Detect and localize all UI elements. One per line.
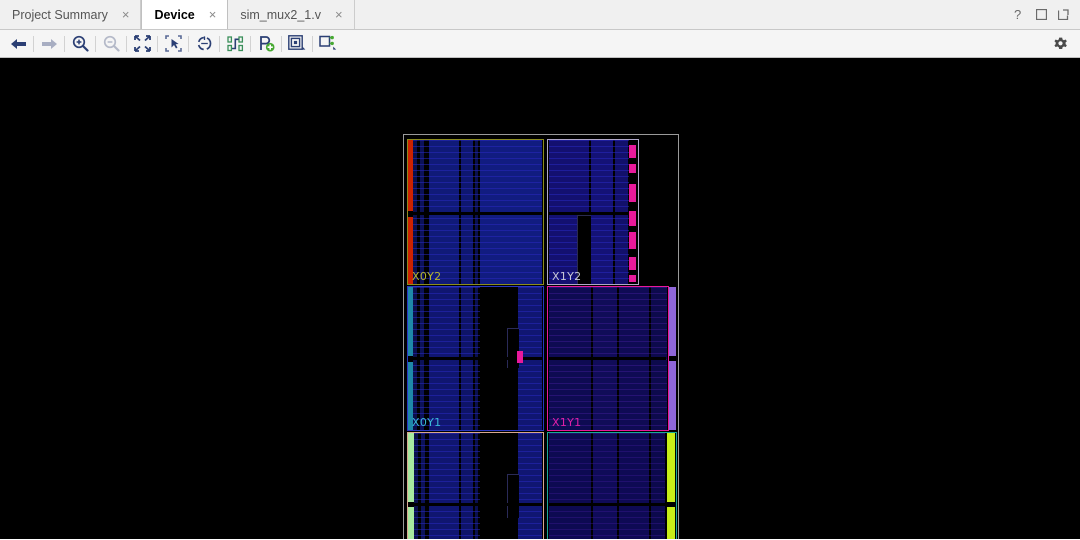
zoom-fit-icon[interactable] [130, 33, 154, 55]
tab-label: Device [154, 7, 195, 22]
toolbar-separator [157, 35, 158, 52]
toolbar-separator [250, 35, 251, 52]
svg-text:?: ? [1014, 8, 1021, 21]
back-arrow-icon[interactable] [6, 33, 30, 55]
tile-x1y0[interactable]: X1Y0 [547, 432, 678, 539]
tab-close-icon[interactable]: × [120, 8, 132, 21]
add-pblock-icon[interactable] [254, 33, 278, 55]
toolbar-separator [64, 35, 65, 52]
show-hierarchy-icon[interactable] [285, 33, 309, 55]
float-icon[interactable] [1058, 9, 1069, 20]
zoom-area-icon[interactable] [161, 33, 185, 55]
window-controls: ? [1014, 0, 1080, 29]
forward-arrow-icon[interactable] [37, 33, 61, 55]
toolbar-separator [95, 35, 96, 52]
tile-x0y0[interactable]: X0Y0 [407, 432, 544, 539]
device-canvas[interactable]: X0Y2 X1Y2 X0Y1 X1Y1 [0, 58, 1080, 539]
toolbar-separator [219, 35, 220, 52]
tab-sim-mux2-1-v[interactable]: sim_mux2_1.v × [228, 0, 355, 29]
toolbar-separator [33, 35, 34, 52]
refresh-icon[interactable] [192, 33, 216, 55]
device-toolbar [0, 30, 1080, 58]
tile-x1y2[interactable]: X1Y2 [547, 139, 639, 285]
toolbar-separator [312, 35, 313, 52]
zoom-out-icon[interactable] [99, 33, 123, 55]
settings-button[interactable] [1053, 36, 1080, 51]
tile-x1y1[interactable]: X1Y1 [547, 286, 678, 431]
tab-bar-filler [354, 0, 1014, 29]
tab-device[interactable]: Device × [141, 0, 229, 29]
gear-icon [1054, 37, 1067, 50]
tab-label: Project Summary [12, 7, 108, 22]
toolbar-separator [188, 35, 189, 52]
tab-close-icon[interactable]: × [207, 8, 219, 21]
tab-label: sim_mux2_1.v [240, 7, 321, 22]
tab-bar: Project Summary × Device × sim_mux2_1.v … [0, 0, 1080, 30]
help-icon[interactable]: ? [1014, 8, 1025, 21]
tab-project-summary[interactable]: Project Summary × [0, 0, 142, 29]
toolbar-separator [126, 35, 127, 52]
maximize-icon[interactable] [1036, 9, 1047, 20]
zoom-in-icon[interactable] [68, 33, 92, 55]
highlight-leaf-cells-icon[interactable] [223, 33, 247, 55]
toolbar-separator [281, 35, 282, 52]
show-routing-icon[interactable] [316, 33, 340, 55]
tile-x0y2[interactable]: X0Y2 [407, 139, 544, 285]
tab-close-icon[interactable]: × [333, 8, 345, 21]
tile-x0y1[interactable]: X0Y1 [407, 286, 544, 431]
device-frame: X0Y2 X1Y2 X0Y1 X1Y1 [403, 134, 679, 539]
